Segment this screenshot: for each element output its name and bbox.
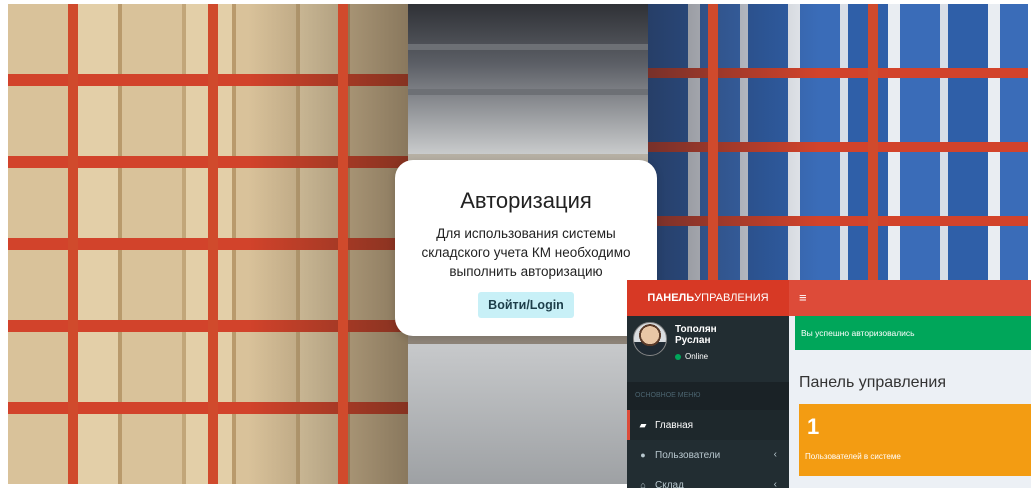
sidebar-menu-header: ОСНОВНОЕ МЕНЮ	[627, 382, 789, 410]
rack-post	[68, 4, 78, 484]
page-title: Панель управления	[799, 374, 946, 391]
home-icon: ⌂	[640, 480, 646, 488]
warehouse-floor	[388, 344, 638, 484]
panel-logo-rest: УПРАВЛЕНИЯ	[694, 292, 769, 304]
stat-box-label: Пользователей в системе	[805, 452, 901, 461]
rack-post	[338, 4, 348, 484]
avatar	[633, 322, 667, 356]
panel-sidebar: Тополян Руслан Online ОСНОВНОЕ МЕНЮ ▰ Гла…	[627, 316, 789, 488]
sidebar-item-warehouse[interactable]: ⌂ Склад ‹	[627, 470, 789, 488]
sidebar-item-home[interactable]: ▰ Главная	[627, 410, 789, 440]
hamburger-icon[interactable]: ≡	[799, 290, 807, 305]
login-card: Авторизация Для использования системы ск…	[395, 160, 657, 336]
panel-topbar: ≡	[789, 280, 1031, 316]
panel-logo[interactable]: ПАНЕЛЬУПРАВЛЕНИЯ	[627, 280, 789, 316]
user-status-label: Online	[685, 352, 709, 361]
chevron-left-icon: ‹	[773, 479, 777, 488]
stat-box-value: 1	[807, 414, 820, 439]
sidebar-item-label: Склад	[655, 480, 684, 488]
sidebar-item-label: Главная	[655, 420, 694, 431]
sidebar-item-label: Пользователи	[655, 450, 721, 461]
admin-panel-preview: ПАНЕЛЬУПРАВЛЕНИЯ ≡ Тополян Руслан Online…	[627, 280, 1031, 488]
user-name-line1: Тополян	[675, 324, 717, 335]
rack-post	[208, 4, 218, 484]
chevron-left-icon: ‹	[773, 449, 777, 460]
login-message: Для использования системы складского уче…	[421, 226, 631, 279]
online-dot-icon	[675, 353, 681, 360]
success-alert: Вы успешно авторизовались	[795, 316, 1031, 350]
sidebar-item-users[interactable]: ● Пользователи ‹	[627, 440, 789, 470]
login-button[interactable]: Войти/Login	[478, 292, 574, 318]
user-icon: ●	[640, 450, 646, 460]
user-status: Online	[675, 352, 708, 361]
user-name-line2: Руслан	[675, 335, 711, 346]
user-panel: Тополян Руслан Online	[627, 316, 789, 374]
panel-logo-bold: ПАНЕЛЬ	[647, 292, 695, 304]
login-title: Авторизация	[460, 188, 592, 213]
stat-box-users: 1 Пользователей в системе	[799, 404, 1031, 476]
user-name: Тополян Руслан	[675, 324, 717, 346]
dashboard-icon: ▰	[639, 420, 647, 430]
